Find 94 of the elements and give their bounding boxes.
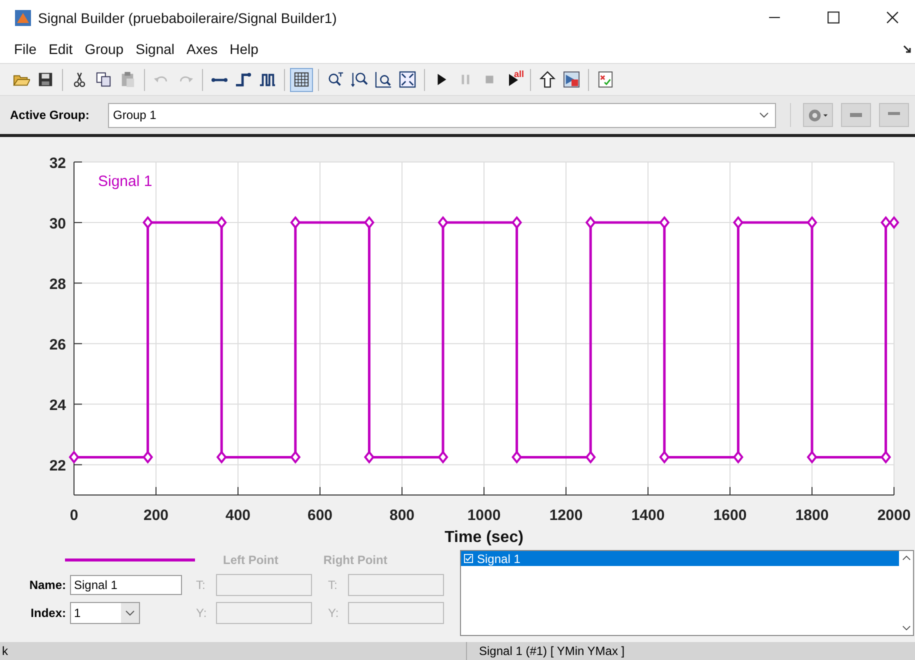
- up-arrow-icon: [539, 71, 556, 88]
- status-text: k: [1, 644, 9, 658]
- left-point-heading: Left Point: [223, 553, 278, 567]
- checkbox[interactable]: [464, 554, 473, 563]
- bar-icon: [888, 112, 900, 118]
- clipboard-icon: [119, 71, 136, 88]
- x-axis-label: Time (sec): [444, 529, 524, 546]
- chevron-down-icon: [125, 610, 135, 616]
- data-point-marker[interactable]: [364, 216, 374, 230]
- window-title: Signal Builder (pruebaboileraire/Signal Builder1): [38, 10, 337, 26]
- group-dropdown[interactable]: Group 1: [108, 102, 776, 128]
- data-point-marker[interactable]: [585, 450, 596, 464]
- data-point-marker[interactable]: [806, 450, 818, 464]
- data-point-marker[interactable]: [290, 450, 301, 464]
- data-point-marker[interactable]: [659, 450, 670, 464]
- grid-icon: [293, 71, 310, 88]
- data-point-marker[interactable]: [732, 216, 744, 230]
- y-tick-label: 32: [49, 155, 66, 172]
- x-tick-label: 1600: [713, 507, 747, 524]
- y-tick-label: 26: [49, 336, 66, 354]
- menu-item[interactable]: Signal: [136, 41, 175, 57]
- data-point-marker[interactable]: [438, 450, 448, 464]
- menu-item[interactable]: Help: [230, 41, 258, 57]
- menu-item[interactable]: Group: [84, 41, 124, 57]
- x-tick-label: 600: [307, 507, 333, 524]
- x-tick-label: 0: [70, 507, 78, 524]
- data-point-marker[interactable]: [659, 216, 670, 230]
- data-point-marker[interactable]: [732, 450, 744, 464]
- x-tick-label: 200: [143, 507, 169, 524]
- data-point-marker[interactable]: [585, 216, 596, 230]
- data-point-marker[interactable]: [880, 216, 892, 230]
- signal-list-item[interactable]: Signal 1: [461, 551, 899, 566]
- name-field[interactable]: Signal 1: [70, 575, 182, 595]
- x-tick-label: 1000: [467, 507, 501, 524]
- x-tick-label: 1200: [549, 507, 583, 524]
- gear-menu-button[interactable]: [803, 103, 833, 127]
- x-tick-label: 1800: [795, 507, 829, 524]
- data-point-marker[interactable]: [512, 216, 522, 230]
- data-point-marker[interactable]: [216, 216, 227, 230]
- x-tick-label: 1400: [631, 507, 665, 524]
- x-tick-label: 2000: [877, 507, 911, 524]
- data-point-marker[interactable]: [290, 216, 301, 230]
- y-tick-label: 28: [49, 276, 66, 294]
- status-text: Signal 1 (#1) [ YMin YMax ]: [466, 642, 625, 660]
- y-label: Y:: [196, 606, 208, 620]
- toolbar-button[interactable]: [290, 68, 313, 92]
- gear-icon: [807, 108, 829, 122]
- y-label: Y:: [328, 606, 340, 620]
- index-label: Index:: [30, 606, 67, 620]
- menu-item[interactable]: Axes: [186, 41, 218, 57]
- index-dropdown[interactable]: 1: [70, 602, 140, 624]
- app-icon: [15, 10, 31, 26]
- y-tick-label: 30: [49, 216, 66, 233]
- maximize-icon[interactable]: [827, 11, 840, 24]
- menu-item[interactable]: File: [14, 41, 37, 57]
- data-point-marker[interactable]: [364, 450, 374, 464]
- dock-arrow-icon[interactable]: [903, 45, 911, 53]
- data-point-marker[interactable]: [142, 450, 154, 464]
- name-label: Name:: [28, 578, 67, 592]
- x-tick-label: 800: [389, 507, 415, 524]
- right-point-heading: Right Point: [323, 553, 388, 567]
- y-tick-label: 24: [49, 397, 66, 414]
- zoom-box-icon: [375, 71, 392, 88]
- legend-label: Signal 1: [98, 173, 152, 190]
- toolbar-button[interactable]: all: [502, 68, 525, 92]
- t-label: T:: [328, 578, 338, 592]
- data-point-marker[interactable]: [68, 450, 80, 464]
- bar-icon: [850, 112, 862, 118]
- zoom-x-icon: [327, 71, 344, 88]
- active-group-label: Active Group:: [10, 108, 90, 122]
- step-icon: [235, 71, 252, 88]
- chevron-up-icon[interactable]: [902, 555, 910, 561]
- chevron-down-icon: [759, 112, 769, 118]
- zoom-y-icon: [351, 71, 368, 88]
- data-point-marker[interactable]: [216, 450, 227, 464]
- export-icon: [563, 71, 580, 88]
- line-segment-icon: [211, 76, 228, 84]
- checklist-icon: [597, 71, 614, 88]
- menu-item[interactable]: Edit: [48, 41, 73, 57]
- t-label: T:: [196, 578, 206, 592]
- data-point-marker[interactable]: [806, 216, 818, 230]
- copy-icon: [95, 71, 112, 88]
- data-point-marker[interactable]: [512, 450, 522, 464]
- x-tick-label: 400: [225, 507, 251, 524]
- chevron-down-icon[interactable]: [902, 625, 910, 631]
- data-point-marker[interactable]: [880, 450, 892, 464]
- y-tick-label: 22: [49, 458, 66, 475]
- data-point-marker[interactable]: [142, 216, 154, 230]
- pulse-icon: [259, 71, 276, 88]
- fit-to-view-icon: [399, 71, 416, 88]
- data-point-marker[interactable]: [438, 216, 448, 230]
- data-point-marker[interactable]: [888, 216, 900, 230]
- scissors-icon: [71, 71, 88, 88]
- close-icon[interactable]: [886, 11, 899, 24]
